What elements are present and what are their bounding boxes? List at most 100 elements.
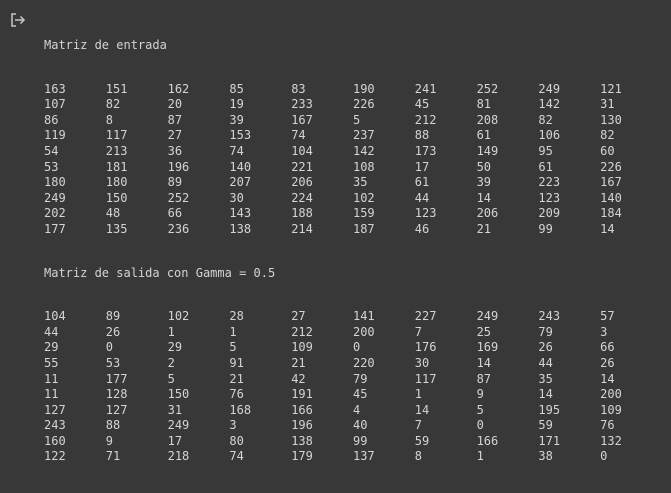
output-matrix-cell: 168 (229, 402, 252, 417)
output-matrix-cell: 4 (352, 402, 361, 417)
output-matrix-cell: 89 (105, 309, 121, 324)
output-matrix-row: 11 177 5 21 42 79 117 87 35 14 (44, 372, 662, 388)
output-matrix-row: 160 9 17 80 138 99 59 166 171 132 (44, 434, 662, 450)
output-matrix-cell: 40 (352, 418, 368, 433)
input-matrix-row: 53 181 196 140 221 108 17 50 61 226 (44, 160, 662, 176)
input-matrix-cell: 117 (105, 128, 128, 143)
output-matrix-cell: 127 (105, 402, 128, 417)
input-matrix-cell: 188 (291, 206, 313, 221)
input-matrix-title: Matriz de entrada (44, 38, 167, 52)
input-matrix-cell: 173 (414, 143, 437, 158)
input-matrix-cell: 249 (44, 190, 66, 205)
input-matrix-cell: 150 (105, 190, 128, 205)
input-matrix-cell: 89 (167, 175, 183, 190)
input-matrix-row: 180 180 89 207 206 35 61 39 223 167 (44, 175, 662, 191)
input-matrix-cell: 206 (476, 206, 499, 221)
input-matrix-cell: 8 (105, 112, 114, 127)
input-matrix-cell: 167 (291, 112, 313, 127)
input-matrix-cell: 35 (352, 175, 368, 190)
output-matrix-cell: 212 (291, 324, 313, 339)
output-matrix-cell: 8 (414, 449, 423, 464)
input-matrix-cell: 86 (44, 112, 59, 127)
input-matrix-cell: 177 (44, 221, 66, 236)
output-matrix-cell: 74 (229, 449, 244, 464)
output-matrix-row: 11 128 150 76 191 45 1 9 14 200 (44, 387, 662, 403)
input-matrix-cell: 140 (600, 190, 622, 205)
cell-output-area: Matriz de entrada 163 151 162 85 83 190 241 252… (0, 0, 671, 463)
output-matrix-cell: 2 (167, 355, 175, 370)
input-matrix-cell: 135 (105, 221, 128, 236)
input-matrix-cell: 61 (414, 175, 430, 190)
output-matrix-cell: 27 (291, 309, 306, 324)
input-matrix-cell: 60 (600, 143, 615, 158)
output-matrix-cell: 79 (352, 371, 368, 386)
output-matrix-cell: 169 (476, 340, 499, 355)
input-matrix-cell: 39 (476, 175, 492, 190)
input-matrix-row: 54 213 36 74 104 142 173 149 95 60 (44, 144, 662, 160)
output-matrix-cell: 88 (105, 418, 121, 433)
output-matrix-cell: 53 (105, 355, 121, 370)
output-matrix-row: 55 53 2 91 21 220 30 14 44 26 (44, 356, 662, 372)
input-matrix-cell: 5 (352, 112, 361, 127)
input-matrix-cell: 151 (105, 81, 128, 96)
input-matrix-cell: 140 (229, 159, 252, 174)
output-matrix-cell: 26 (105, 324, 121, 339)
input-matrix-row: 86 8 87 39 167 5 212 208 82 130 (44, 113, 662, 129)
input-matrix-cell: 142 (538, 97, 561, 112)
output-matrix-cell: 1 (229, 324, 237, 339)
output-matrix-cell: 1 (167, 324, 175, 339)
input-matrix-cell: 121 (600, 81, 622, 96)
output-matrix-cell: 59 (414, 433, 430, 448)
input-matrix-cell: 143 (229, 206, 252, 221)
output-matrix-cell: 57 (600, 309, 615, 324)
input-matrix-cell: 167 (600, 175, 622, 190)
output-matrix-row: 122 71 218 74 179 137 8 1 38 0 (44, 449, 662, 465)
output-matrix-cell: 177 (105, 371, 128, 386)
output-matrix-cell: 128 (105, 387, 128, 402)
output-matrix-cell: 102 (167, 309, 190, 324)
output-matrix-cell: 5 (229, 340, 237, 355)
input-matrix-cell: 252 (167, 190, 190, 205)
input-matrix-cell: 196 (167, 159, 190, 174)
output-matrix-cell: 243 (44, 418, 66, 433)
output-redirect-icon[interactable] (10, 12, 26, 28)
input-matrix-cell: 83 (291, 81, 306, 96)
output-matrix-cell: 91 (229, 355, 244, 370)
input-matrix-cell: 208 (476, 112, 499, 127)
input-matrix-cell: 48 (105, 206, 121, 221)
output-matrix-cell: 25 (476, 324, 492, 339)
output-matrix-cell: 26 (538, 340, 553, 355)
input-matrix-cell: 187 (352, 221, 375, 236)
input-matrix-cell: 87 (167, 112, 183, 127)
input-matrix-cell: 54 (44, 143, 59, 158)
output-matrix-cell: 132 (600, 433, 622, 448)
output-matrix-row: 127 127 31 168 166 4 14 5 195 109 (44, 403, 662, 419)
input-matrix-cell: 14 (600, 221, 615, 236)
input-matrix-cell: 236 (167, 221, 190, 236)
output-matrix-row: 29 0 29 5 109 0 176 169 26 66 (44, 340, 662, 356)
output-matrix-cell: 80 (229, 433, 244, 448)
output-matrix-cell: 29 (167, 340, 183, 355)
output-matrix-cell: 117 (414, 371, 437, 386)
input-matrix-cell: 214 (291, 221, 313, 236)
output-matrix-cell: 7 (414, 324, 423, 339)
input-matrix-cell: 190 (352, 81, 375, 96)
input-matrix-cell: 81 (476, 97, 492, 112)
output-matrix-row: 243 88 249 3 196 40 7 0 59 76 (44, 418, 662, 434)
input-matrix-cell: 180 (44, 175, 66, 190)
output-matrix-cell: 35 (538, 371, 553, 386)
output-matrix-cell: 0 (476, 418, 484, 433)
output-matrix-cell: 30 (414, 355, 430, 370)
output-matrix-cell: 127 (44, 402, 66, 417)
output-matrix-cell: 11 (44, 371, 59, 386)
input-matrix-cell: 108 (352, 159, 375, 174)
output-text: Matriz de entrada 163 151 162 85 83 190 241 252… (44, 10, 662, 493)
input-matrix-cell: 53 (44, 159, 59, 174)
output-matrix-cell: 28 (229, 309, 244, 324)
input-matrix-cell: 88 (414, 128, 430, 143)
output-matrix-cell: 138 (291, 433, 313, 448)
output-matrix-cell: 9 (476, 387, 484, 402)
output-matrix-cell: 71 (105, 449, 121, 464)
input-matrix-row: 163 151 162 85 83 190 241 252 249 121 (44, 82, 662, 98)
input-matrix-row: 107 82 20 19 233 226 45 81 142 31 (44, 97, 662, 113)
